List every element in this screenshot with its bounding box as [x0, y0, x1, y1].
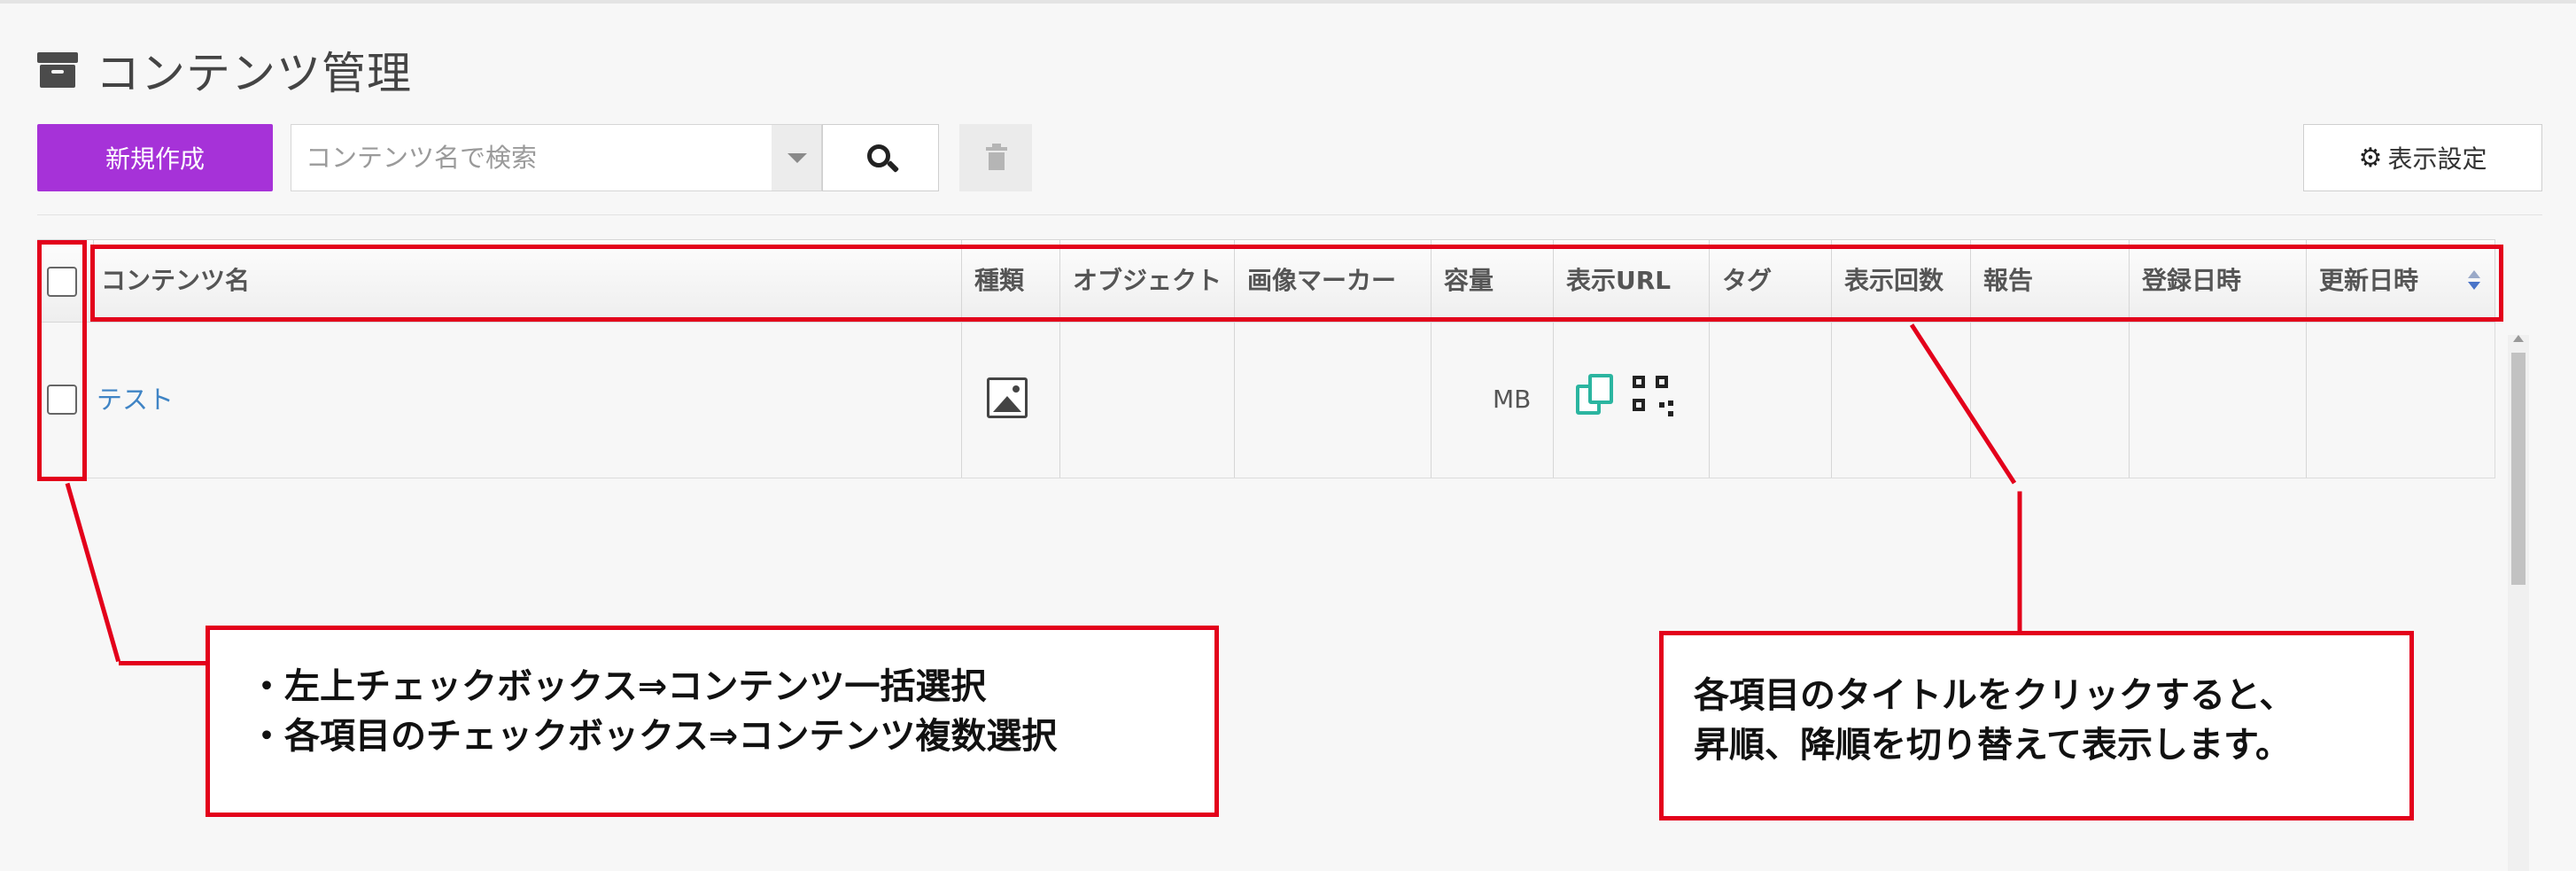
toolbar-divider: [37, 214, 2542, 215]
page-title: コンテンツ管理: [37, 39, 412, 101]
updated-at-cell: [2306, 323, 2495, 478]
image-icon: [987, 377, 1028, 418]
archive-icon: [37, 51, 78, 89]
checkbox-annotation-callout: ・左上チェックボックス⇒コンテンツ一括選択 ・各項目のチェックボックス⇒コンテン…: [206, 626, 1219, 817]
tag-cell: [1709, 323, 1831, 478]
checkbox-callout-leader: [65, 482, 121, 663]
vertical-scrollbar[interactable]: [2508, 335, 2529, 871]
display-settings-button[interactable]: ⚙ 表示設定: [2303, 124, 2542, 191]
trash-icon: [986, 144, 1007, 151]
callout-line: 各項目のタイトルをクリックすると、: [1694, 675, 2295, 716]
delete-button[interactable]: [959, 124, 1032, 191]
new-content-button[interactable]: 新規作成: [37, 124, 273, 191]
scroll-up-arrow-icon[interactable]: [2513, 335, 2524, 342]
copy-icon[interactable]: [1576, 374, 1617, 418]
checkbox-column-highlight: [37, 240, 87, 481]
scrollbar-thumb[interactable]: [2511, 353, 2526, 585]
search-box: [291, 124, 822, 191]
table-row: テスト MB: [37, 323, 2495, 478]
page-title-text: コンテンツ管理: [96, 48, 412, 99]
search-dropdown-caret-icon[interactable]: [772, 125, 821, 191]
header-callout-leader-2: [2017, 491, 2022, 635]
qr-code-icon[interactable]: [1633, 376, 1673, 416]
object-cell: [1059, 323, 1234, 478]
callout-line: 昇順、降順を切り替えて表示します。: [1694, 725, 2291, 766]
gear-icon: ⚙: [2358, 142, 2383, 174]
top-border: [0, 0, 2576, 4]
column-header-highlight: [90, 245, 2503, 322]
size-value: MB: [1493, 385, 1532, 414]
view-count-cell: [1831, 323, 1970, 478]
registered-at-cell: [2129, 323, 2306, 478]
callout-line: ・各項目のチェックボックス⇒コンテンツ複数選択: [249, 716, 1058, 757]
callout-line: ・左上チェックボックス⇒コンテンツ一括選択: [249, 666, 987, 707]
image-marker-cell: [1234, 323, 1431, 478]
content-name-link[interactable]: テスト: [97, 323, 174, 477]
sort-annotation-callout: 各項目のタイトルをクリックすると、 昇順、降順を切り替えて表示します。: [1659, 631, 2414, 820]
search-button[interactable]: [822, 124, 939, 191]
search-input[interactable]: [291, 125, 772, 191]
checkbox-callout-leader-2: [119, 661, 207, 665]
display-settings-label: 表示設定: [2387, 144, 2487, 174]
